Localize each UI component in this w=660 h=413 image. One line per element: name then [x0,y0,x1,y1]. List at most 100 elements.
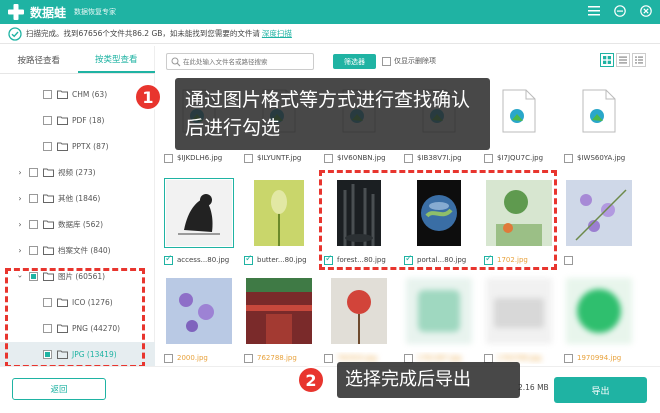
file-name: $IJKDLH6.jpg [177,154,223,162]
image-preview [166,180,232,246]
scan-status-bar: 扫描完成。找到67656个文件共86.2 GB，如未能找到您需要的文件请 深度扫… [0,24,660,44]
deep-scan-link[interactable]: 深度扫描 [262,28,292,39]
bottom-bar: 返回 2.16 MB 导出 [0,366,660,413]
checkbox[interactable] [564,153,573,163]
tree-item-video[interactable]: › 视频 (273) [0,160,155,184]
grid-view-icon[interactable] [600,53,614,67]
checkbox[interactable] [484,153,493,163]
app-window: 数据蛙 数据恢复专家 扫描完成。找到67656个文件共86.2 GB，如未能找到… [0,0,660,413]
checkbox[interactable] [164,153,173,163]
filter-button[interactable]: 筛选器 [333,54,376,69]
file-thumbnail[interactable] [244,178,314,248]
file-card[interactable]: 1970994.jpg [560,276,638,371]
file-name: $ILYUNTF.jpg [257,154,302,162]
list-view-icon[interactable] [616,53,630,67]
file-card[interactable]: 2000.jpg [160,276,238,371]
image-preview [566,278,632,344]
checkbox[interactable] [43,141,52,151]
file-thumbnail[interactable] [164,276,234,346]
search-box[interactable] [166,53,314,70]
checkbox[interactable] [324,153,333,163]
chevron-right-icon[interactable]: › [16,194,24,203]
tree-item-label: 其他 (1846) [58,193,101,203]
tree-item-label: 视频 (273) [58,167,96,177]
checkbox[interactable] [244,153,253,163]
back-button[interactable]: 返回 [12,378,106,400]
file-name: $IWS60YA.jpg [577,154,626,162]
tree-item-other[interactable]: › 其他 (1846) [0,186,155,210]
checkbox[interactable] [564,255,573,265]
tab-by-path[interactable]: 按路径查看 [0,46,78,73]
check-circle-icon [8,26,22,41]
file-thumbnail[interactable] [164,178,234,248]
chevron-right-icon[interactable]: › [16,246,24,255]
image-preview [406,278,472,344]
checkbox[interactable] [43,89,52,99]
image-preview [486,278,552,344]
file-card[interactable]: butter...80.jpg [240,178,318,273]
file-thumbnail[interactable] [324,276,394,346]
file-caption: 762788.jpg [244,352,320,364]
scan-status-text: 扫描完成。找到67656个文件共86.2 GB，如未能找到您需要的文件请 [26,29,260,38]
file-thumbnail[interactable] [404,276,474,346]
menu-icon[interactable] [586,3,602,19]
checkbox[interactable] [29,245,38,255]
export-button[interactable]: 导出 [554,377,647,403]
only-deleted-toggle[interactable]: 仅显示删除项 [382,56,436,66]
file-name: 762933.jpg [337,354,377,362]
checkbox[interactable] [244,254,253,265]
tree-item-label: PDF (18) [72,115,105,125]
file-caption: butter...80.jpg [244,254,320,266]
chevron-right-icon[interactable]: › [16,168,24,177]
file-card[interactable] [560,178,638,273]
tree-item-pptx[interactable]: PPTX (87) [0,134,155,158]
checkbox[interactable] [29,219,38,229]
file-name: 1970994.jpg [577,354,622,362]
checkbox[interactable] [382,56,391,66]
file-name: 1761387.jpg [417,354,462,362]
checkbox[interactable] [244,353,253,363]
file-card[interactable]: 762933.jpg [320,276,398,371]
file-caption: $IB38V7I.jpg [404,152,480,164]
file-thumbnail[interactable] [244,276,314,346]
file-card[interactable]: 1761387.jpg [400,276,478,371]
checkbox[interactable] [164,353,173,363]
highlight-sidebar-image [5,268,145,368]
file-card[interactable]: access...80.jpg [160,178,238,273]
tree-item-database[interactable]: › 数据库 (562) [0,212,155,236]
file-thumbnail[interactable] [484,76,554,146]
file-thumbnail[interactable] [484,276,554,346]
file-card[interactable]: $IWS60YA.jpg [560,76,638,171]
checkbox[interactable] [164,254,173,265]
folder-icon [43,220,54,229]
file-card[interactable]: 1763789.jpg [480,276,558,371]
file-name: butter...80.jpg [257,256,307,264]
tab-by-type[interactable]: 按类型查看 [77,46,155,73]
checkbox[interactable] [404,153,413,163]
checkbox[interactable] [29,167,38,177]
file-thumbnail[interactable] [564,276,634,346]
tree-item-archive[interactable]: › 档案文件 (840) [0,238,155,262]
tree-item-pdf[interactable]: PDF (18) [0,108,155,132]
checkbox[interactable] [29,193,38,203]
selected-size-text: 2.16 MB [518,383,549,392]
file-card[interactable]: 762788.jpg [240,276,318,371]
chevron-right-icon[interactable]: › [16,220,24,229]
minimize-icon[interactable] [612,3,628,19]
file-name: $IB38V7I.jpg [417,154,462,162]
file-name: 2000.jpg [177,354,208,362]
image-file-icon [582,89,616,133]
file-card[interactable]: $I7JQU7C.jpg [480,76,558,171]
checkbox[interactable] [564,353,573,363]
search-input[interactable] [183,56,311,67]
checkbox[interactable] [324,353,333,363]
checkbox[interactable] [43,115,52,125]
file-caption: 1970994.jpg [564,352,640,364]
file-caption: $I7JQU7C.jpg [484,152,560,164]
close-icon[interactable] [638,3,654,19]
file-thumbnail[interactable] [564,178,634,248]
tree-item-chm[interactable]: CHM (63) [0,82,155,106]
app-name: 数据蛙 [30,5,67,20]
detail-view-icon[interactable] [632,53,646,67]
file-thumbnail[interactable] [564,76,634,146]
